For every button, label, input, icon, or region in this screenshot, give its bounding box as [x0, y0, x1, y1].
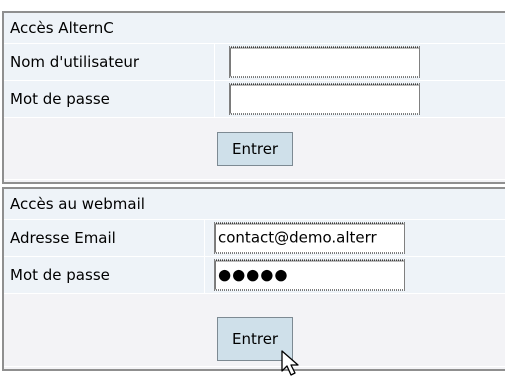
alternc-username-row: Nom d'utilisateur [4, 44, 505, 81]
alternc-submit-row: Entrer [4, 118, 505, 180]
column-divider [204, 257, 205, 293]
webmail-password-row: Mot de passe ●●●●● [4, 257, 505, 294]
column-divider [214, 81, 215, 117]
alternc-header-row: Accès AlternC [4, 13, 505, 44]
column-divider [204, 220, 205, 256]
username-label: Nom d'utilisateur [10, 53, 140, 71]
webmail-email-row: Adresse Email contact@demo.alterr [4, 220, 505, 257]
alternc-login-form: Accès AlternC Nom d'utilisateur Mot de p… [2, 11, 505, 184]
alternc-password-row: Mot de passe [4, 81, 505, 118]
column-divider [214, 44, 215, 80]
email-label: Adresse Email [10, 229, 116, 247]
email-input[interactable]: contact@demo.alterr [214, 222, 405, 254]
password-label: Mot de passe [10, 90, 110, 108]
webmail-password-input[interactable]: ●●●●● [214, 259, 405, 291]
webmail-password-label: Mot de passe [10, 266, 110, 284]
webmail-submit-row: Entrer [4, 294, 505, 367]
webmail-header-row: Accès au webmail [4, 189, 505, 220]
alternc-title: Accès AlternC [10, 19, 114, 37]
webmail-submit-button[interactable]: Entrer [217, 317, 294, 361]
webmail-title: Accès au webmail [10, 195, 145, 213]
webmail-login-form: Accès au webmail Adresse Email contact@d… [2, 187, 505, 371]
username-input[interactable] [229, 46, 420, 78]
password-input[interactable] [229, 83, 420, 115]
alternc-submit-button[interactable]: Entrer [217, 131, 294, 166]
